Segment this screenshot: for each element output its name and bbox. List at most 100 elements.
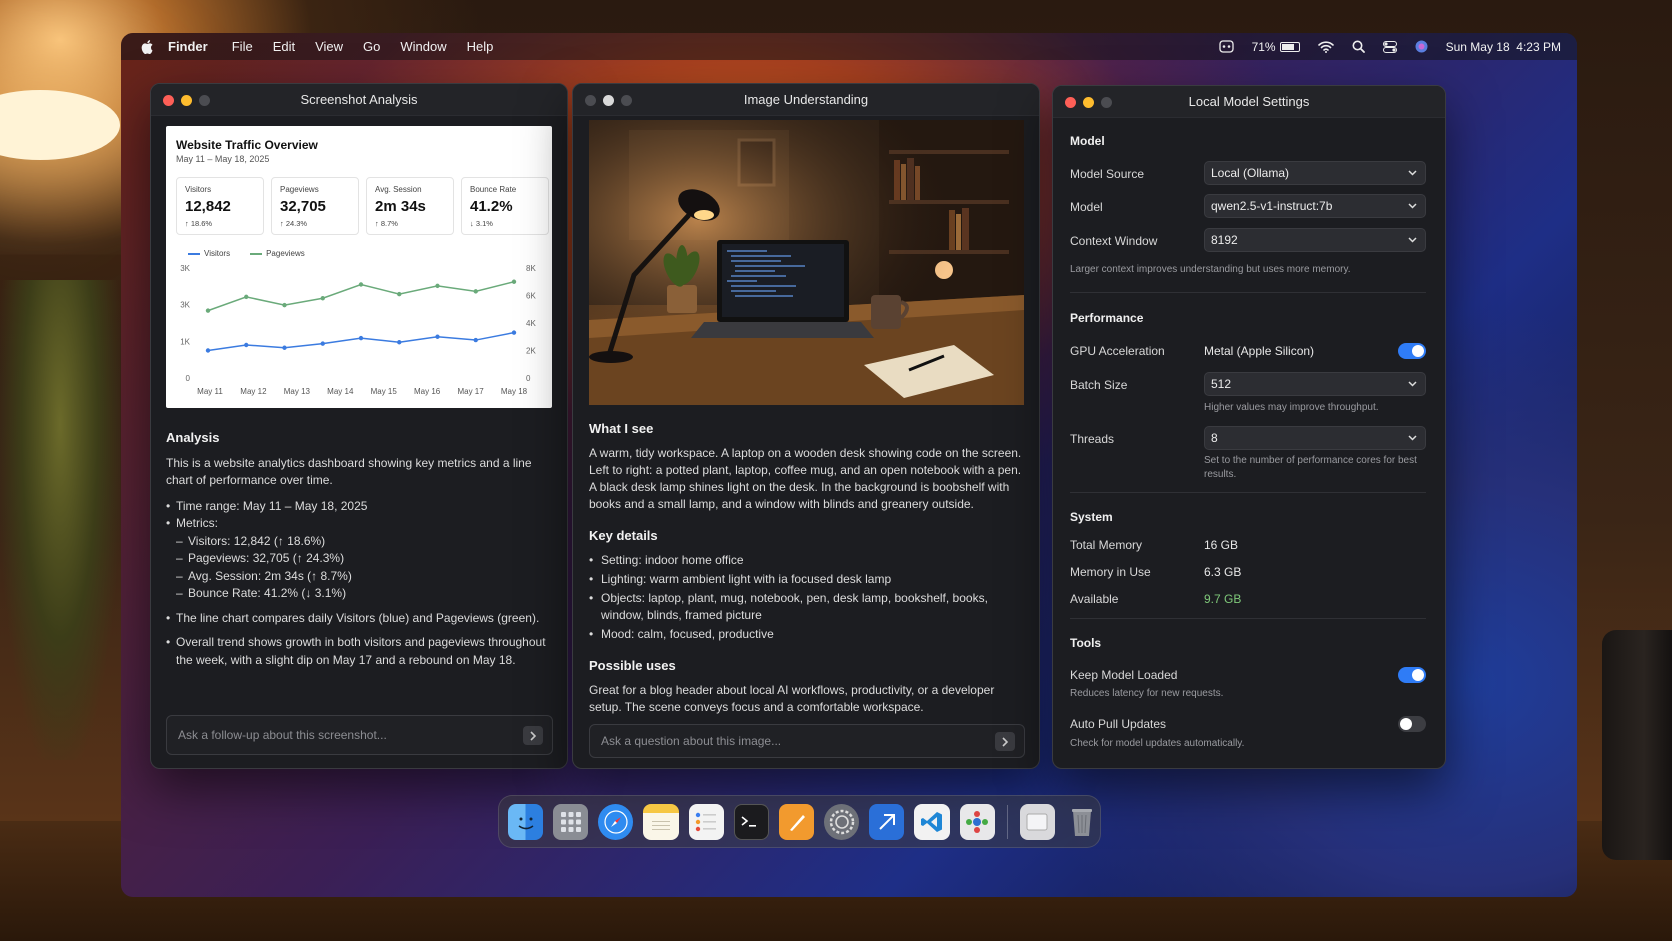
safari-icon[interactable] — [598, 803, 634, 840]
battery-status[interactable]: 71% — [1252, 40, 1300, 54]
terminal-icon[interactable] — [733, 803, 769, 840]
menu-file[interactable]: File — [232, 39, 253, 54]
finder-icon[interactable] — [508, 803, 544, 840]
tools-section-heading: Tools — [1070, 636, 1102, 650]
menu-view[interactable]: View — [315, 39, 343, 54]
reminders-icon[interactable] — [688, 803, 724, 840]
dashboard-title: Website Traffic Overview — [176, 138, 318, 152]
vscode-icon[interactable] — [914, 803, 950, 840]
trash-icon[interactable] — [1065, 804, 1100, 840]
model-source-select[interactable]: Local (Ollama) — [1204, 161, 1426, 185]
ollama-icon[interactable] — [959, 803, 995, 840]
traffic-lights — [1065, 97, 1112, 108]
data-point-visitors — [473, 337, 478, 343]
siri-icon[interactable] — [1415, 40, 1428, 53]
chevron-down-icon — [1408, 203, 1417, 209]
keep-model-loaded-toggle[interactable] — [1398, 667, 1426, 683]
data-point-visitors — [435, 334, 440, 339]
menu-app-name[interactable]: Finder — [168, 39, 208, 54]
metric-delta: ↑ 24.3% — [280, 219, 308, 228]
metric-label: Bounce Rate — [470, 185, 517, 194]
data-point-visitors — [244, 342, 249, 348]
chevron-right-icon — [530, 730, 537, 741]
followup-input[interactable]: Ask a follow-up about this screenshot... — [166, 715, 553, 755]
minimize-button[interactable] — [1083, 97, 1094, 108]
notes-icon[interactable] — [643, 803, 679, 840]
launchpad-icon[interactable] — [553, 803, 589, 840]
apple-icon[interactable] — [140, 39, 154, 54]
data-point-pageviews — [397, 291, 402, 297]
close-button[interactable] — [163, 95, 174, 106]
wifi-icon[interactable] — [1317, 40, 1334, 53]
close-button[interactable] — [1065, 97, 1076, 108]
analysis-subitem: Pageviews: 32,705 (↑ 24.3%) — [166, 550, 556, 568]
data-point-visitors — [358, 335, 364, 341]
zoom-button[interactable] — [621, 95, 632, 106]
clock[interactable]: Sun May 18 4:23 PM — [1446, 40, 1561, 54]
key-detail-item: Objects: laptop, plant, mug, notebook, p… — [589, 590, 1025, 624]
metric-card-pageviews: Pageviews 32,705 ↑ 24.3% — [271, 177, 359, 235]
window-title: Local Model Settings — [1188, 94, 1310, 109]
zoom-button[interactable] — [1101, 97, 1112, 108]
traffic-line-chart: 3K 3K 1K 0 8K 6K 4K 2K 0 May 11 May 12 May 13 May 14… — [180, 264, 536, 396]
close-button[interactable] — [585, 95, 596, 106]
local-model-settings-window: Local Model Settings Model Model Source … — [1052, 85, 1446, 769]
context-window-value: 8192 — [1211, 233, 1238, 247]
legend-label: Visitors — [204, 249, 231, 258]
model-select[interactable]: qwen2.5-v1-instruct:7b — [1204, 194, 1426, 218]
data-point-pageviews — [511, 279, 517, 284]
batch-size-select[interactable]: 512 — [1204, 372, 1426, 396]
window-titlebar: Image Understanding — [573, 84, 1039, 116]
what-i-see-body: A warm, tidy workspace. A laptop on a wo… — [589, 446, 1022, 511]
x-tick-label: May 14 — [327, 387, 354, 396]
keep-model-loaded-label: Keep Model Loaded — [1070, 668, 1178, 682]
screen-record-icon[interactable] — [1218, 40, 1234, 53]
menu-edit[interactable]: Edit — [273, 39, 295, 54]
search-icon[interactable] — [1352, 40, 1365, 53]
system-settings-icon[interactable] — [824, 803, 860, 840]
pages-icon[interactable] — [778, 803, 815, 840]
downloads-icon[interactable] — [1019, 803, 1055, 840]
menu-go[interactable]: Go — [363, 39, 380, 54]
image-question-input[interactable]: Ask a question about this image... — [589, 724, 1025, 758]
metric-value: 41.2% — [470, 198, 513, 215]
menu-help[interactable]: Help — [467, 39, 494, 54]
model-source-label: Model Source — [1070, 167, 1145, 181]
possible-uses-heading: Possible uses — [589, 658, 676, 673]
background-plant — [0, 280, 120, 760]
send-button[interactable] — [523, 726, 543, 745]
menu-bar-status: 71% Sun May 18 4:23 PM — [1218, 33, 1561, 60]
minimize-button[interactable] — [603, 95, 614, 106]
y-tick-label-right: 4K — [526, 319, 536, 328]
auto-pull-updates-hint: Check for model updates automatically. — [1070, 738, 1245, 749]
section-divider — [1070, 492, 1426, 493]
data-point-pageviews — [320, 296, 325, 301]
system-section-heading: System — [1070, 510, 1113, 524]
metric-card-avg-session: Avg. Session 2m 34s ↑ 8.7% — [366, 177, 454, 235]
keep-model-loaded-hint: Reduces latency for new requests. — [1070, 688, 1224, 699]
threads-select[interactable]: 8 — [1204, 426, 1426, 450]
zoom-button[interactable] — [199, 95, 210, 106]
chevron-right-icon — [1002, 736, 1009, 747]
auto-pull-updates-toggle[interactable] — [1398, 716, 1426, 732]
control-center-icon[interactable] — [1382, 40, 1397, 53]
context-window-select[interactable]: 8192 — [1204, 228, 1426, 252]
analysis-subitem: Avg. Session: 2m 34s (↑ 8.7%) — [166, 568, 556, 586]
battery-percent: 71% — [1251, 39, 1276, 54]
data-point-visitors — [205, 348, 211, 353]
analysis-list: Time range: May 11 – May 18, 2025 Metric… — [166, 498, 556, 670]
followup-placeholder: Ask a follow-up about this screenshot... — [178, 728, 387, 742]
send-button[interactable] — [995, 732, 1015, 751]
xcode-icon[interactable] — [869, 803, 905, 840]
menu-window[interactable]: Window — [400, 39, 446, 54]
minimize-button[interactable] — [181, 95, 192, 106]
gpu-acceleration-toggle[interactable] — [1398, 343, 1426, 359]
y-tick-label-right: 6K — [526, 292, 536, 301]
data-point-visitors — [320, 341, 325, 346]
gpu-acceleration-label: GPU Acceleration — [1070, 344, 1165, 358]
data-point-pageviews — [358, 282, 364, 287]
batch-size-hint: Higher values may improve throughput. — [1204, 402, 1379, 413]
data-point-pageviews — [244, 294, 249, 300]
threads-value: 8 — [1211, 431, 1218, 445]
chart-legend: Visitors Pageviews — [188, 249, 305, 258]
